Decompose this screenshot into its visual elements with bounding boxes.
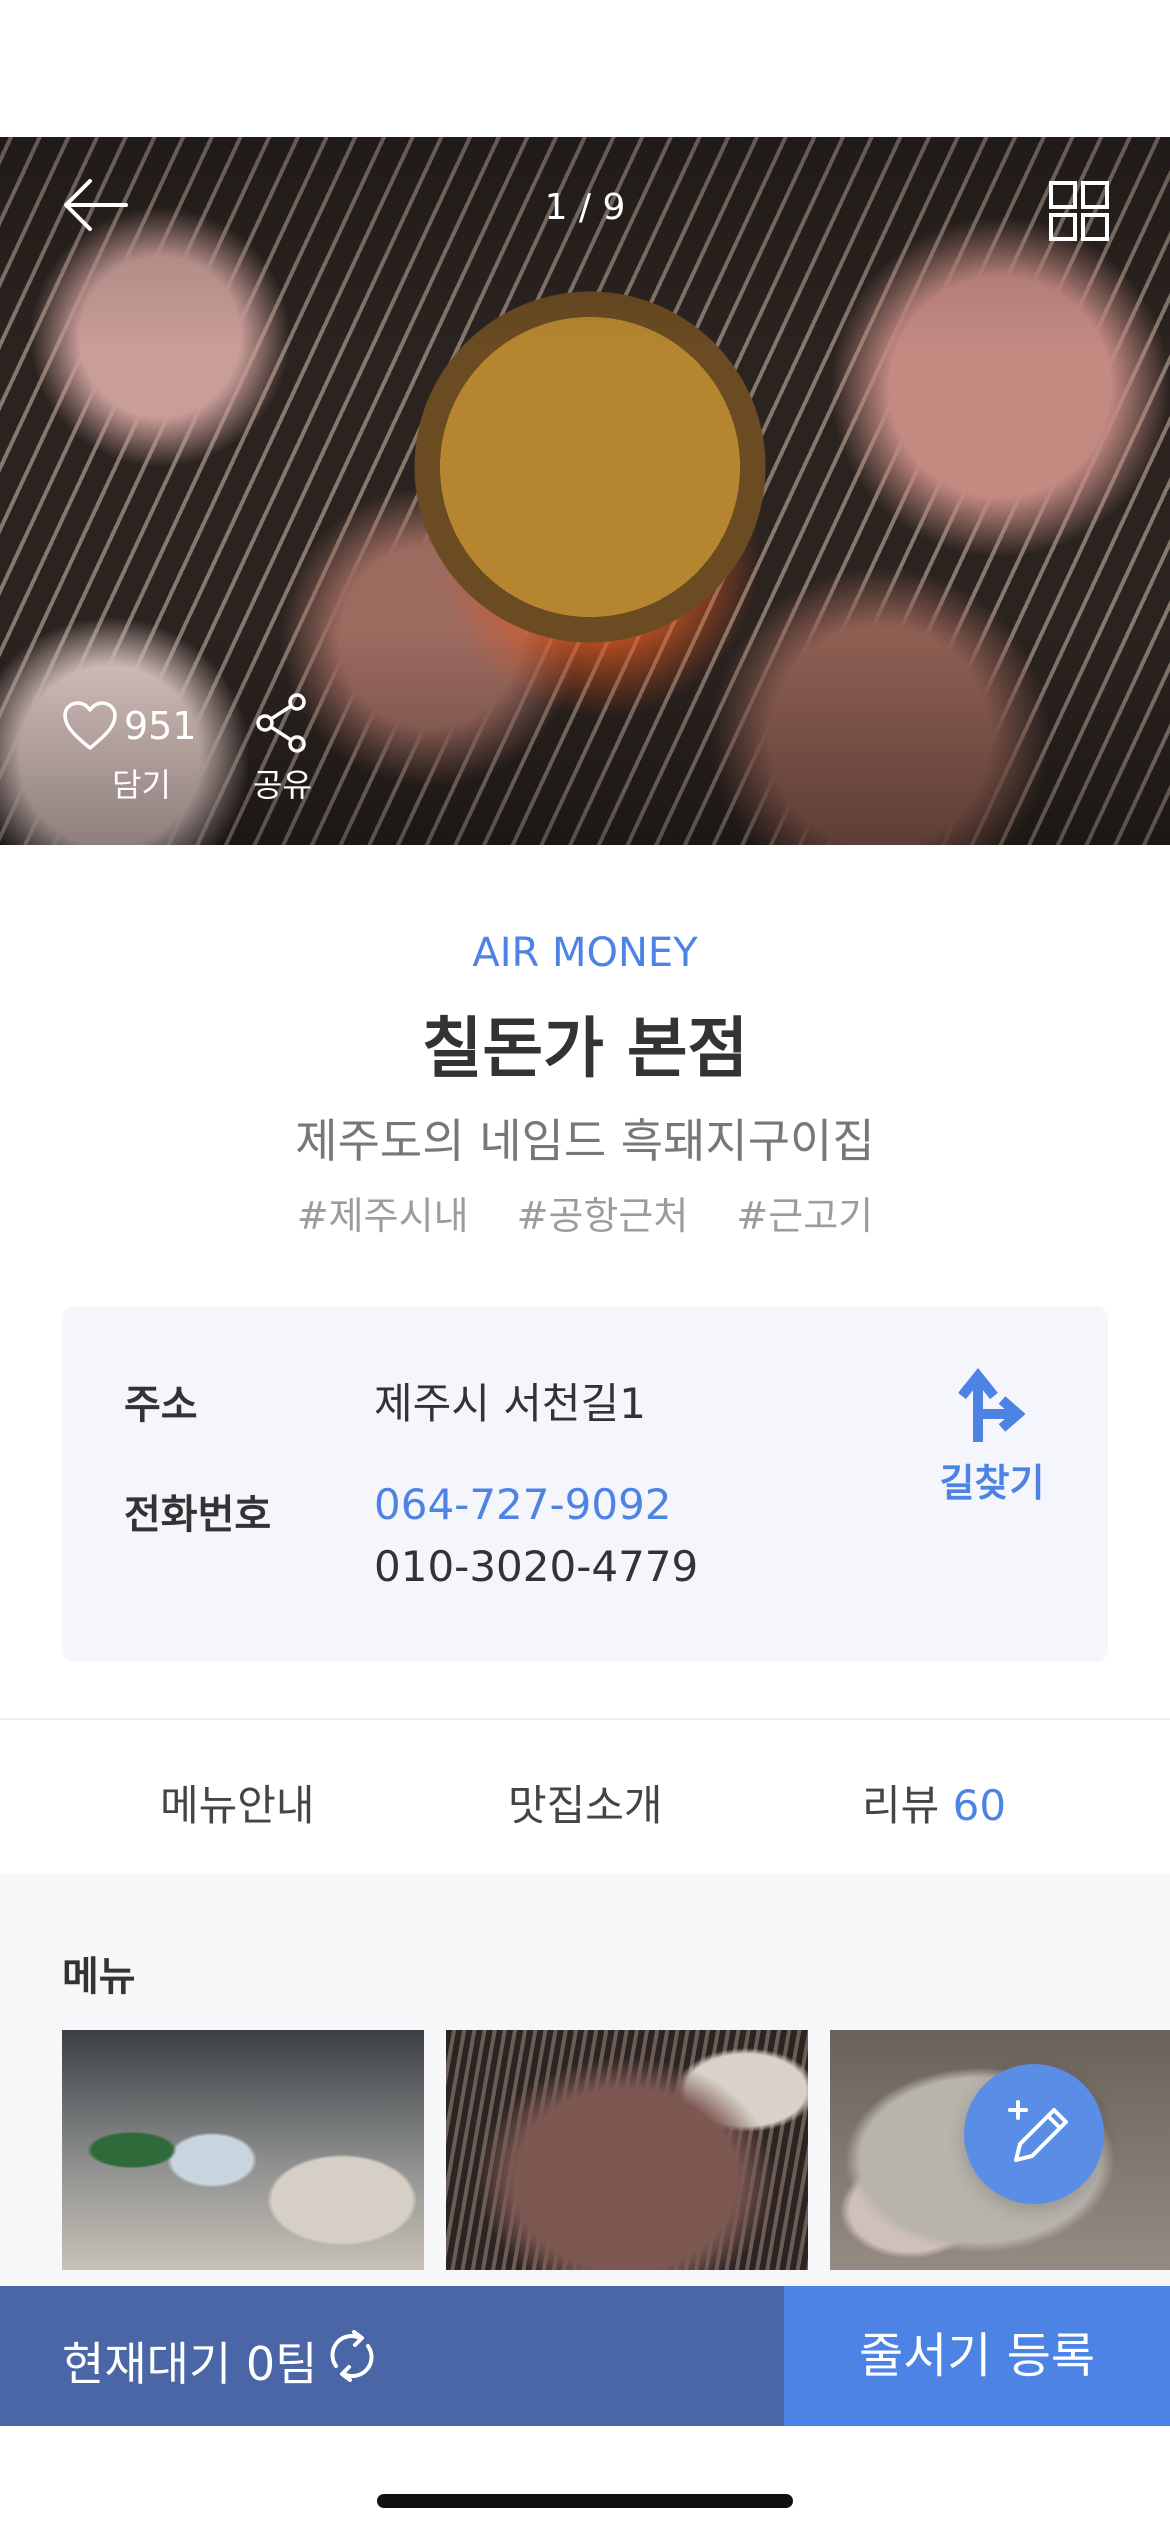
tab-reviews[interactable]: 리뷰 60	[862, 1772, 1006, 1833]
info-card: 주소 제주시 서천길1 전화번호 064-727-9092 010-3020-4…	[62, 1306, 1108, 1662]
tab-reviews-label: 리뷰	[862, 1781, 940, 1830]
share-icon	[256, 693, 306, 753]
wait-status-text: 현재대기 0팀	[62, 2337, 318, 2391]
menu-photo[interactable]	[446, 2030, 808, 2270]
address-value: 제주시 서천길1	[374, 1379, 646, 1428]
status-bar	[0, 0, 1170, 137]
share-button[interactable]: 공유	[245, 692, 325, 812]
tab-bar: 메뉴안내 맛집소개 리뷰 60	[0, 1720, 1170, 1874]
directions-label: 길찾기	[939, 1461, 1045, 1505]
directions-icon	[958, 1368, 1026, 1442]
address-label: 주소	[124, 1382, 198, 1428]
heart-icon	[63, 701, 117, 750]
menu-photo[interactable]	[62, 2030, 424, 2270]
tag[interactable]: #공항근처	[517, 1194, 689, 1238]
pencil-icon	[1008, 2100, 1068, 2162]
like-label: 담기	[112, 766, 171, 804]
phone-secondary: 010-3020-4779	[374, 1542, 699, 1591]
like-button[interactable]: 951 담기	[62, 692, 202, 812]
menu-heading: 메뉴	[62, 1954, 136, 2000]
hero-image[interactable]: 1 / 9 951 담기 공유	[0, 137, 1170, 845]
home-indicator-area	[0, 2426, 1170, 2532]
phone-primary-link[interactable]: 064-727-9092	[374, 1480, 672, 1529]
restaurant-name: 칠돈가 본점	[421, 1010, 749, 1087]
wait-status-bar: 현재대기 0팀	[0, 2286, 784, 2426]
restaurant-description: 제주도의 네임드 흑돼지구이집	[295, 1114, 875, 1168]
review-count: 60	[952, 1781, 1007, 1830]
refresh-icon	[330, 2330, 374, 2382]
tag-list: #제주시내 #공항근처 #근고기	[0, 1185, 1170, 1240]
share-label: 공유	[253, 766, 312, 804]
refresh-button[interactable]	[322, 2326, 382, 2386]
phone-label: 전화번호	[124, 1492, 272, 1538]
brand-label: AIR MONEY	[472, 930, 698, 976]
like-count: 951	[124, 704, 197, 748]
directions-button[interactable]: 길찾기	[922, 1366, 1062, 1506]
tab-intro[interactable]: 맛집소개	[508, 1772, 663, 1833]
queue-register-button[interactable]: 줄서기 등록	[784, 2286, 1170, 2426]
tab-menu[interactable]: 메뉴안내	[160, 1772, 315, 1833]
grid-icon	[1049, 181, 1109, 241]
tag[interactable]: #제주시내	[297, 1194, 469, 1238]
gallery-grid-button[interactable]	[1048, 180, 1110, 242]
image-counter: 1 / 9	[544, 187, 626, 228]
home-indicator[interactable]	[377, 2494, 793, 2508]
tag[interactable]: #근고기	[736, 1194, 873, 1238]
write-review-button[interactable]	[964, 2064, 1104, 2204]
